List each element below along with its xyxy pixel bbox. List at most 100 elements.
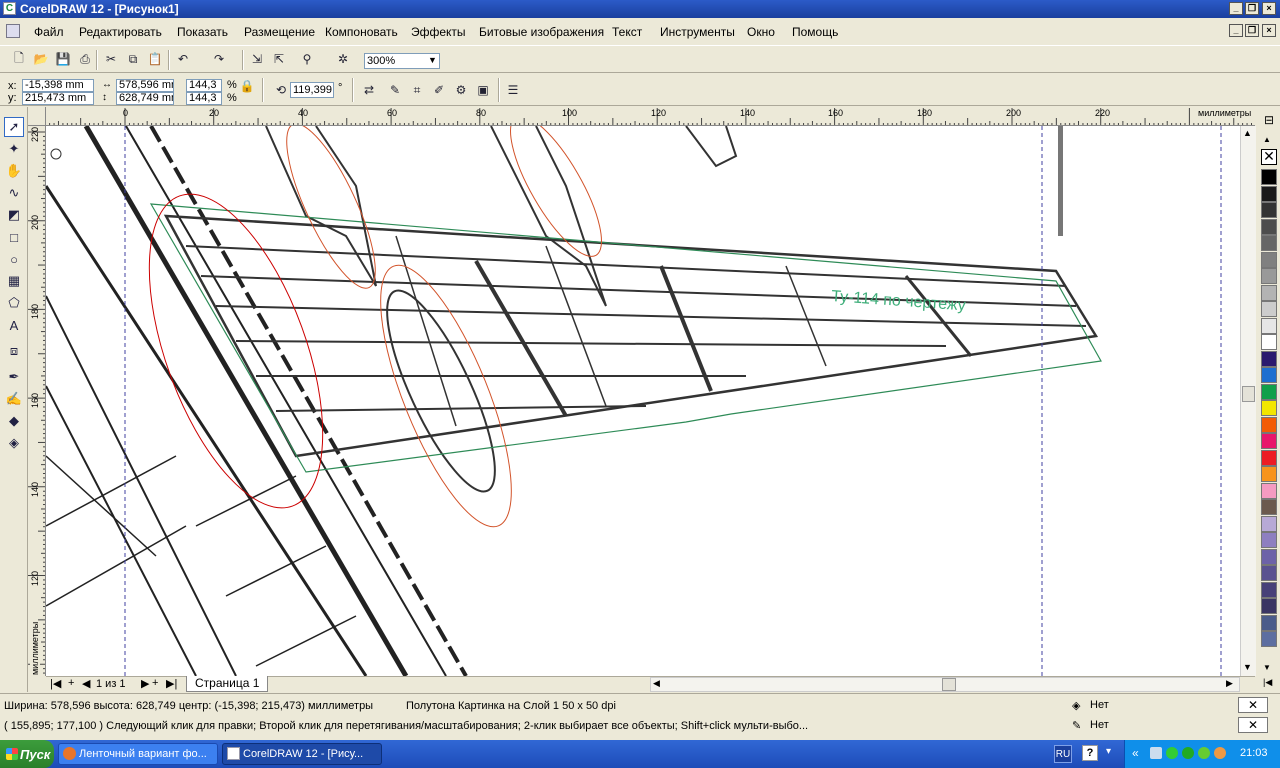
add-page-after-icon[interactable]: + [152,677,158,689]
menu-help[interactable]: Помощь [792,25,838,39]
media-icon[interactable] [1214,747,1226,759]
rotation-center-marker[interactable] [50,148,62,160]
document-icon[interactable] [6,24,20,38]
rotation-angle-input[interactable]: 119,399 [290,82,334,98]
color-swatch[interactable] [1261,400,1277,416]
color-swatch[interactable] [1261,433,1277,449]
height-input[interactable]: 628,749 mr [116,92,174,105]
color-swatch[interactable] [1261,367,1277,383]
last-page-icon[interactable]: ▶| [166,677,177,690]
color-mask-icon[interactable]: ▣ [474,81,492,99]
palette-scroll-down-icon[interactable]: ▼ [1263,663,1271,672]
import-icon[interactable]: ⇲ [248,50,266,68]
vertical-scrollbar[interactable]: ▲ ▼ [1240,126,1256,676]
restore-icon[interactable]: ❐ [1245,2,1259,15]
application-launcher-icon[interactable]: ⚲ [298,50,316,68]
color-swatch[interactable] [1261,614,1277,631]
redo-icon[interactable]: ↷ [210,50,228,68]
close-icon[interactable]: × [1262,2,1276,15]
doc-close-icon[interactable]: × [1262,24,1276,37]
new-icon[interactable]: 🗋 [10,50,28,68]
resample-icon[interactable]: ⚙ [452,81,470,99]
fill-tool-icon[interactable]: ◆ [4,411,24,431]
icq-icon[interactable] [1198,747,1210,759]
scale-y-input[interactable]: 144,3 [186,92,222,105]
toolbar-options-icon[interactable]: ▾ [1106,746,1111,757]
taskbar-item-browser[interactable]: Ленточный вариант фо... [58,743,218,765]
color-swatch[interactable] [1261,284,1277,301]
pan-tool-icon[interactable]: ✋ [4,161,24,181]
shape-tool-icon[interactable]: ✦ [4,139,24,159]
cut-icon[interactable]: ✂ [102,50,120,68]
wrap-text-icon[interactable]: ☰ [504,81,522,99]
color-swatch[interactable] [1261,350,1277,367]
scroll-left-icon[interactable]: ◀ [653,678,660,689]
coreldraw-app-icon[interactable]: C [3,2,16,15]
copy-icon[interactable]: ⧉ [124,50,142,68]
menu-file[interactable]: Файл [34,25,64,39]
save-icon[interactable]: 💾 [54,50,72,68]
color-swatch[interactable] [1261,169,1277,185]
color-swatch[interactable] [1261,251,1277,268]
antivirus-icon[interactable] [1166,747,1178,759]
scroll-up-icon[interactable]: ▲ [1243,128,1252,138]
paste-icon[interactable]: 📋 [146,50,164,68]
chevron-down-icon[interactable]: ▼ [428,55,437,65]
scroll-right-icon[interactable]: ▶ [1226,678,1233,689]
menu-tools[interactable]: Инструменты [660,25,735,39]
horizontal-ruler[interactable]: 0 20 40 60 80 100 120 140 160 180 200 22… [46,107,1255,126]
text-tool-icon[interactable]: A [4,315,24,335]
color-swatch[interactable] [1261,548,1277,565]
color-swatch[interactable] [1261,301,1277,317]
palette-options-icon[interactable]: ⊟ [1261,113,1277,129]
add-page-before-icon[interactable]: + [68,677,74,689]
network-icon[interactable] [1150,747,1162,759]
color-swatch[interactable] [1261,235,1277,251]
color-swatch[interactable] [1261,631,1277,647]
color-swatch[interactable] [1261,482,1277,499]
smart-fill-tool-icon[interactable]: ◩ [4,205,24,225]
freehand-tool-icon[interactable]: ∿ [4,183,24,203]
y-position-input[interactable]: 215,473 mm [22,92,94,105]
outline-tool-icon[interactable]: ✍ [4,389,24,409]
menu-window[interactable]: Окно [747,25,775,39]
menu-arrange[interactable]: Размещение [244,25,315,39]
scroll-down-icon[interactable]: ▼ [1243,662,1252,672]
language-indicator[interactable]: RU [1054,745,1072,763]
menu-bitmaps[interactable]: Битовые изображения [479,25,604,39]
doc-restore-icon[interactable]: ❐ [1245,24,1259,37]
tab-page-1[interactable]: Страница 1 [186,676,269,692]
menu-layout[interactable]: Компоновать [325,25,398,39]
drawing-annotation-text[interactable]: Ту-114 по чертежу [831,288,967,314]
export-icon[interactable]: ⇱ [270,50,288,68]
ellipse-tool-icon[interactable]: ○ [4,249,24,269]
show-hidden-icons-icon[interactable]: « [1132,746,1139,760]
no-color-swatch-icon[interactable]: ✕ [1261,149,1277,165]
mirror-icon[interactable]: ⇄ [360,81,378,99]
menu-edit[interactable]: Редактировать [79,25,162,39]
lock-ratio-icon[interactable]: 🔒 [240,79,255,93]
next-page-icon[interactable]: ▶ [141,677,149,690]
palette-scroll-up-icon[interactable]: ▲ [1263,135,1271,144]
rectangle-tool-icon[interactable]: □ [4,227,24,247]
width-input[interactable]: 578,596 mr [116,79,174,92]
horizontal-scroll-thumb[interactable] [942,678,956,691]
color-swatch[interactable] [1261,268,1277,284]
vertical-scroll-thumb[interactable] [1242,386,1255,402]
ruler-corner[interactable] [28,107,46,126]
color-swatch[interactable] [1261,317,1277,334]
color-swatch[interactable] [1261,515,1277,532]
color-swatch[interactable] [1261,466,1277,482]
taskbar-item-coreldraw[interactable]: CorelDRAW 12 - [Рису... [222,743,382,765]
trace-bitmap-icon[interactable]: ✎ [386,81,404,99]
crop-bitmap-icon[interactable]: ⌗ [408,81,426,99]
interactive-blend-tool-icon[interactable]: ⧈ [4,341,24,361]
menu-effects[interactable]: Эффекты [411,25,466,39]
print-icon[interactable]: ⎙ [76,50,94,68]
first-page-icon[interactable]: |◀ [50,677,61,690]
undo-icon[interactable]: ↶ [174,50,192,68]
vertical-ruler[interactable]: 220 200 180 160 140 120 миллиметры [28,126,46,676]
color-swatch[interactable] [1261,581,1277,598]
x-position-input[interactable]: -15,398 mm [22,79,94,92]
orange-nacelle-outline[interactable] [494,126,617,268]
